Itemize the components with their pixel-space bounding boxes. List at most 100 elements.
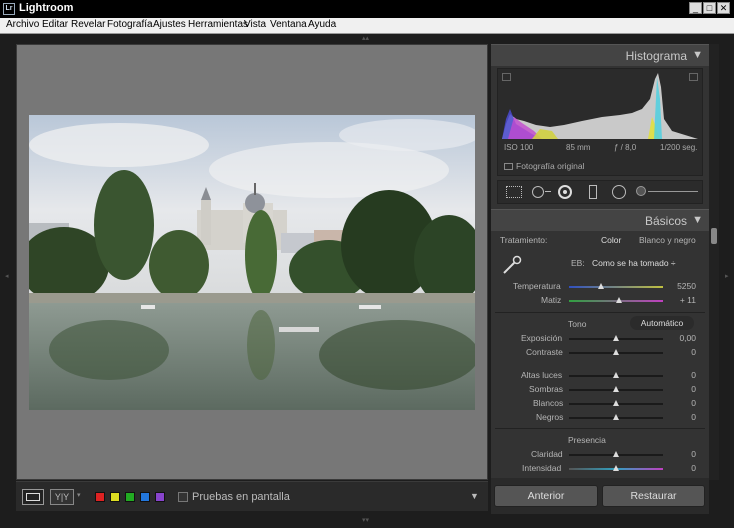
view-options-chevron-icon[interactable]: ▾	[77, 491, 81, 499]
before-after-view-button[interactable]: Y|Y	[50, 489, 74, 505]
histogram-title: Histograma	[625, 49, 687, 63]
menu-ayuda[interactable]: Ayuda	[308, 19, 336, 30]
minimize-button[interactable]: _	[689, 2, 702, 14]
vibrance-label: Intensidad	[522, 463, 562, 473]
right-panel-toggle[interactable]: ▸	[725, 272, 729, 280]
highlights-label: Altas luces	[521, 370, 563, 380]
histogram-graph	[502, 73, 698, 139]
treatment-color-option[interactable]: Color	[601, 235, 621, 245]
filmstrip-toggle[interactable]: ▾▾	[362, 516, 369, 524]
menu-editar[interactable]: Editar	[42, 19, 68, 30]
exposure-label: Exposición	[521, 333, 563, 343]
clarity-label: Claridad	[531, 449, 563, 459]
whites-value[interactable]: 0	[666, 398, 696, 408]
shutter-value: 1/200 seg.	[660, 143, 698, 152]
contrast-label: Contraste	[526, 347, 563, 357]
temperature-value[interactable]: 5250	[666, 281, 696, 291]
temperature-slider-track[interactable]	[569, 286, 663, 288]
iso-value: ISO 100	[504, 143, 534, 152]
vibrance-value[interactable]: 0	[666, 463, 696, 473]
histogram-display[interactable]: ISO 100 85 mm ƒ / 8,0 1/200 seg. Fotogra…	[497, 68, 703, 176]
shadows-label: Sombras	[529, 384, 564, 394]
white-balance-label: EB:	[571, 258, 585, 268]
label-green-swatch[interactable]	[125, 492, 135, 502]
crop-tool-icon[interactable]	[506, 186, 522, 198]
menu-revelar[interactable]: Revelar	[71, 19, 105, 30]
tint-value[interactable]: + 11	[666, 295, 696, 305]
auto-tone-button[interactable]: Automático	[630, 316, 694, 330]
whites-slider-thumb[interactable]	[613, 400, 619, 406]
treatment-label: Tratamiento:	[500, 235, 548, 245]
soft-proof-checkbox[interactable]	[178, 492, 188, 502]
original-photo-checkbox[interactable]	[504, 163, 513, 170]
exposure-slider-thumb[interactable]	[613, 335, 619, 341]
close-button[interactable]: ✕	[717, 2, 730, 14]
contrast-slider-thumb[interactable]	[613, 349, 619, 355]
white-balance-picker-icon[interactable]	[501, 254, 523, 276]
bottom-toolbar: Y|Y ▾ Pruebas en pantalla ▼	[16, 481, 488, 511]
radial-filter-icon[interactable]	[612, 185, 626, 199]
red-eye-icon[interactable]	[558, 185, 572, 199]
window-titlebar: Lr Lightroom _ □ ✕	[0, 0, 734, 18]
white-balance-select[interactable]: Como se ha tomado ÷	[592, 258, 676, 268]
label-yellow-swatch[interactable]	[110, 492, 120, 502]
menu-ajustes[interactable]: Ajustes	[153, 19, 186, 30]
left-panel-toggle[interactable]: ◂	[5, 272, 9, 280]
maximize-button[interactable]: □	[703, 2, 716, 14]
original-photo-label: Fotografía original	[516, 161, 585, 171]
menu-fotografia[interactable]: Fotografía	[107, 19, 153, 30]
blacks-label: Negros	[536, 412, 564, 422]
aperture-value: ƒ / 8,0	[614, 143, 637, 152]
graduated-filter-icon[interactable]	[589, 185, 597, 199]
whites-label: Blancos	[533, 398, 564, 408]
highlights-slider-thumb[interactable]	[613, 372, 619, 378]
blacks-slider-thumb[interactable]	[613, 414, 619, 420]
basic-panel-title: Básicos	[644, 214, 687, 228]
histogram-collapse-icon[interactable]: ▼	[692, 49, 703, 61]
temperature-label: Temperatura	[513, 281, 561, 291]
right-panel-scrollbar[interactable]	[709, 44, 719, 480]
vibrance-slider-thumb[interactable]	[613, 465, 619, 471]
label-purple-swatch[interactable]	[155, 492, 165, 502]
tint-label: Matiz	[541, 295, 562, 305]
image-canvas[interactable]	[16, 44, 488, 480]
adjustment-brush-icon[interactable]	[636, 186, 646, 196]
menu-archivo[interactable]: Archivo	[6, 19, 39, 30]
lightroom-app-icon: Lr	[3, 3, 15, 15]
photo-preview	[29, 115, 475, 410]
shadows-value[interactable]: 0	[666, 384, 696, 394]
develop-right-panel: Histograma ▼ ISO 100 85 mm ƒ / 8,0 1/200…	[491, 44, 709, 514]
menu-ventana[interactable]: Ventana	[270, 19, 307, 30]
tint-slider-thumb[interactable]	[616, 297, 622, 303]
tone-label: Tono	[568, 319, 587, 329]
previous-button[interactable]: Anterior	[494, 485, 598, 507]
focal-length-value: 85 mm	[566, 143, 591, 152]
reset-button[interactable]: Restaurar	[602, 485, 705, 507]
top-panel-toggle[interactable]: ▴▴	[362, 34, 369, 42]
menu-vista[interactable]: Vista	[244, 19, 266, 30]
window-title: Lightroom	[19, 2, 74, 14]
highlights-value[interactable]: 0	[666, 370, 696, 380]
treatment-bw-option[interactable]: Blanco y negro	[639, 235, 696, 245]
toolbar-menu-chevron-icon[interactable]: ▼	[470, 491, 479, 501]
basic-panel-header[interactable]: Básicos ▼	[491, 209, 709, 231]
label-blue-swatch[interactable]	[140, 492, 150, 502]
temperature-slider-thumb[interactable]	[598, 283, 604, 289]
soft-proof-label: Pruebas en pantalla	[192, 491, 290, 503]
menu-herramientas[interactable]: Herramientas	[188, 19, 248, 30]
right-panel-scroll-thumb[interactable]	[711, 228, 717, 244]
menu-bar: Archivo Editar Revelar Fotografía Ajuste…	[0, 18, 734, 34]
loupe-view-icon[interactable]	[22, 489, 44, 505]
label-red-swatch[interactable]	[95, 492, 105, 502]
contrast-value[interactable]: 0	[666, 347, 696, 357]
tool-strip	[497, 180, 703, 204]
exposure-value[interactable]: 0,00	[666, 333, 696, 343]
presence-label: Presencia	[568, 435, 606, 445]
shadows-slider-thumb[interactable]	[613, 386, 619, 392]
clarity-slider-thumb[interactable]	[613, 451, 619, 457]
spot-removal-icon[interactable]	[532, 186, 544, 198]
blacks-value[interactable]: 0	[666, 412, 696, 422]
basic-collapse-icon[interactable]: ▼	[692, 214, 703, 226]
clarity-value[interactable]: 0	[666, 449, 696, 459]
histogram-header[interactable]: Histograma ▼	[491, 44, 709, 66]
